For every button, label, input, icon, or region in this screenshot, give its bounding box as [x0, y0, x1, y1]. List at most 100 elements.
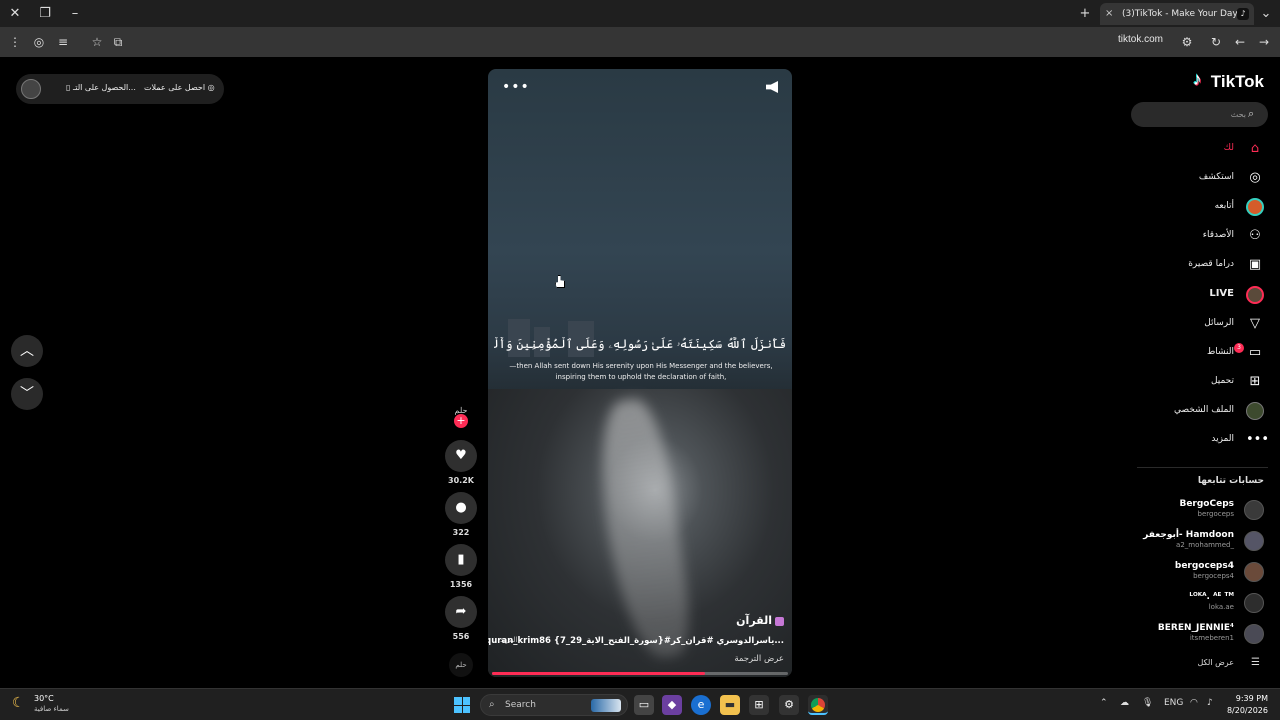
avatar [1244, 500, 1264, 520]
save-count: 1356 [449, 580, 473, 589]
nav-profile[interactable]: الملف الشخصي [1114, 401, 1264, 421]
video-arabic-caption: فَأَنزَلَ ٱللَّهُ سَكِينَتَهُۥ عَلَىٰ رَ… [494, 337, 786, 351]
nav-explore[interactable]: استكشف ◎ [1114, 168, 1264, 188]
tray-overflow-icon[interactable]: ⌃ [1100, 698, 1108, 708]
browser-tab[interactable]: × (3)TikTok - Make Your Day ♪ [1100, 3, 1254, 25]
weather-description: سماء صافية [34, 705, 69, 713]
weather-widget[interactable]: ☾ 30°C سماء صافية [12, 694, 102, 716]
volume-icon[interactable] [766, 81, 778, 93]
forward-icon[interactable]: ← [1231, 33, 1249, 51]
send-icon: ▽ [1250, 316, 1260, 331]
new-tab-button[interactable]: + [1076, 5, 1094, 23]
get-app-button[interactable]: ▯ الحصول على التـ... [66, 83, 136, 92]
video-hashtags[interactable]: #quran_krim86 {سورة_الفتح_الاية_29_7}#يا… [488, 636, 784, 646]
following-account[interactable]: BEREN_JENNIE⁴ itsmeberen1 [1104, 621, 1264, 647]
account-name: ᴸᴼᴷᴬ. ᴬᴱ ᵀᴹ [1189, 592, 1234, 602]
nav-friends[interactable]: الأصدقاء ⚇ [1114, 226, 1264, 246]
see-translation-link[interactable]: عرض الترجمة [734, 654, 784, 664]
share-button[interactable]: ➦ [445, 596, 477, 628]
nav-for-you[interactable]: لك ⌂ [1114, 139, 1264, 159]
close-window-icon[interactable]: ✕ [6, 5, 24, 23]
tab-close-icon[interactable]: × [1105, 3, 1113, 25]
microphone-icon[interactable]: 🎙 [1142, 698, 1153, 708]
language-indicator[interactable]: ENG [1164, 698, 1183, 708]
bookmark-star-icon[interactable]: ☆ [88, 33, 106, 51]
live-icon [1246, 286, 1264, 304]
nav-label: الملف الشخصي [1174, 405, 1234, 415]
wifi-icon[interactable]: ◠ [1190, 698, 1198, 708]
browser-toolbar: ⋮ ◎ ≡ ☆ ⧉ tiktok.com ⚙ ↻ ← → [0, 27, 1280, 57]
follow-plus-button[interactable]: + [454, 414, 468, 428]
settings-gear-icon[interactable]: ⚙ [779, 695, 799, 715]
see-all-button[interactable]: عرض الكل ☰ [1164, 657, 1264, 671]
nav-label: أتابعه [1214, 201, 1234, 211]
search-box: ⌕ [1131, 102, 1268, 127]
profile-icon[interactable]: ◎ [30, 33, 48, 51]
nav-more[interactable]: المزيد ••• [1114, 430, 1269, 450]
activity-icon: ▭ [1248, 345, 1262, 360]
edge-browser-icon[interactable]: e [691, 695, 711, 715]
get-coins-button[interactable]: احصل على عملات ◎ [144, 83, 215, 92]
video-player[interactable]: ••• فَأَنزَلَ ٱللَّهُ سَكِينَتَهُۥ عَلَى… [488, 69, 792, 677]
video-progress-bar[interactable] [492, 672, 788, 675]
clock-time: 9:39 PM [1235, 694, 1268, 703]
share-count: 556 [452, 632, 470, 641]
taskbar-search-label: Search [505, 700, 536, 710]
like-count: 30.2K [448, 476, 474, 485]
taskbar-search[interactable]: ⌕ Search [480, 694, 628, 716]
following-account[interactable]: BergoCeps bergoceps [1104, 497, 1264, 523]
store-icon[interactable]: ⊞ [749, 695, 769, 715]
get-app-label: الحصول على التـ... [72, 83, 136, 92]
reading-mode-icon[interactable]: ≡ [54, 33, 72, 51]
account-name: أبوجعفر- Hamdoon [1143, 530, 1234, 540]
video-more-options-icon[interactable]: ••• [502, 79, 530, 95]
windows-start-button[interactable] [454, 697, 470, 713]
music-disc-icon[interactable]: حلم [449, 653, 473, 677]
see-all-label: عرض الكل [1197, 658, 1234, 667]
user-avatar[interactable] [21, 79, 41, 99]
cloud-icon[interactable]: ☁ [1120, 698, 1129, 708]
media-app-icon[interactable]: ◆ [662, 695, 682, 715]
save-button[interactable]: ▮ [445, 544, 477, 576]
chevron-down-icon: ﹀ [20, 386, 34, 402]
book-icon [775, 616, 784, 626]
address-bar[interactable]: tiktok.com [1118, 34, 1163, 45]
account-name: bergoceps4 [1174, 561, 1234, 571]
next-video-button[interactable]: ﹀ [11, 378, 43, 410]
tiktok-logo-text: TikTok [1210, 72, 1264, 91]
previous-video-button[interactable]: ︿ [11, 335, 43, 367]
reload-icon[interactable]: ↻ [1207, 33, 1225, 51]
tiktok-logo[interactable]: TikTok [1193, 69, 1264, 92]
nav-following[interactable]: أتابعه [1114, 197, 1264, 217]
nav-upload[interactable]: تحميل ⊞ [1114, 372, 1264, 392]
chrome-browser-icon[interactable] [808, 695, 828, 715]
nav-messages[interactable]: الرسائل ▽ [1114, 314, 1264, 334]
translate-icon[interactable]: ⧉ [109, 33, 127, 51]
like-button[interactable]: ♥ [445, 440, 477, 472]
system-clock[interactable]: 9:39 PM 8/20/2026 [1227, 693, 1268, 717]
nav-activity[interactable]: النشاط 3 ▭ [1114, 343, 1264, 363]
nav-label: الرسائل [1204, 318, 1234, 328]
comment-button[interactable]: ● [445, 492, 477, 524]
following-account[interactable]: أبوجعفر- Hamdoon a2_mohammed_ [1104, 528, 1264, 554]
account-handle: a2_mohammed_ [1176, 541, 1234, 549]
site-settings-icon[interactable]: ⚙ [1178, 33, 1196, 51]
search-input[interactable] [1141, 106, 1246, 123]
search-icon[interactable]: ⌕ [1248, 108, 1260, 120]
following-account[interactable]: ᴸᴼᴷᴬ. ᴬᴱ ᵀᴹ loka.ae [1104, 590, 1264, 616]
compass-icon: ◎ [1249, 170, 1261, 185]
file-explorer-icon[interactable]: ▬ [720, 695, 740, 715]
back-icon[interactable]: → [1255, 33, 1273, 51]
minimize-window-icon[interactable]: – [66, 5, 84, 23]
account-handle: bergoceps4 [1193, 572, 1234, 580]
restore-window-icon[interactable]: ❐ [36, 5, 54, 23]
nav-live[interactable]: LIVE [1114, 285, 1264, 305]
task-view-icon[interactable]: ▭ [634, 695, 654, 715]
video-progress-fill [492, 672, 706, 675]
account-name: BEREN_JENNIE⁴ [1157, 623, 1234, 633]
tab-search-icon[interactable]: ⌄ [1257, 5, 1275, 23]
following-account[interactable]: bergoceps4 bergoceps4 [1104, 559, 1264, 585]
nav-short-drama[interactable]: دراما قصيرة ▣ [1114, 255, 1264, 275]
menu-icon[interactable]: ⋮ [6, 33, 24, 51]
volume-icon[interactable]: ♪ [1207, 698, 1213, 708]
